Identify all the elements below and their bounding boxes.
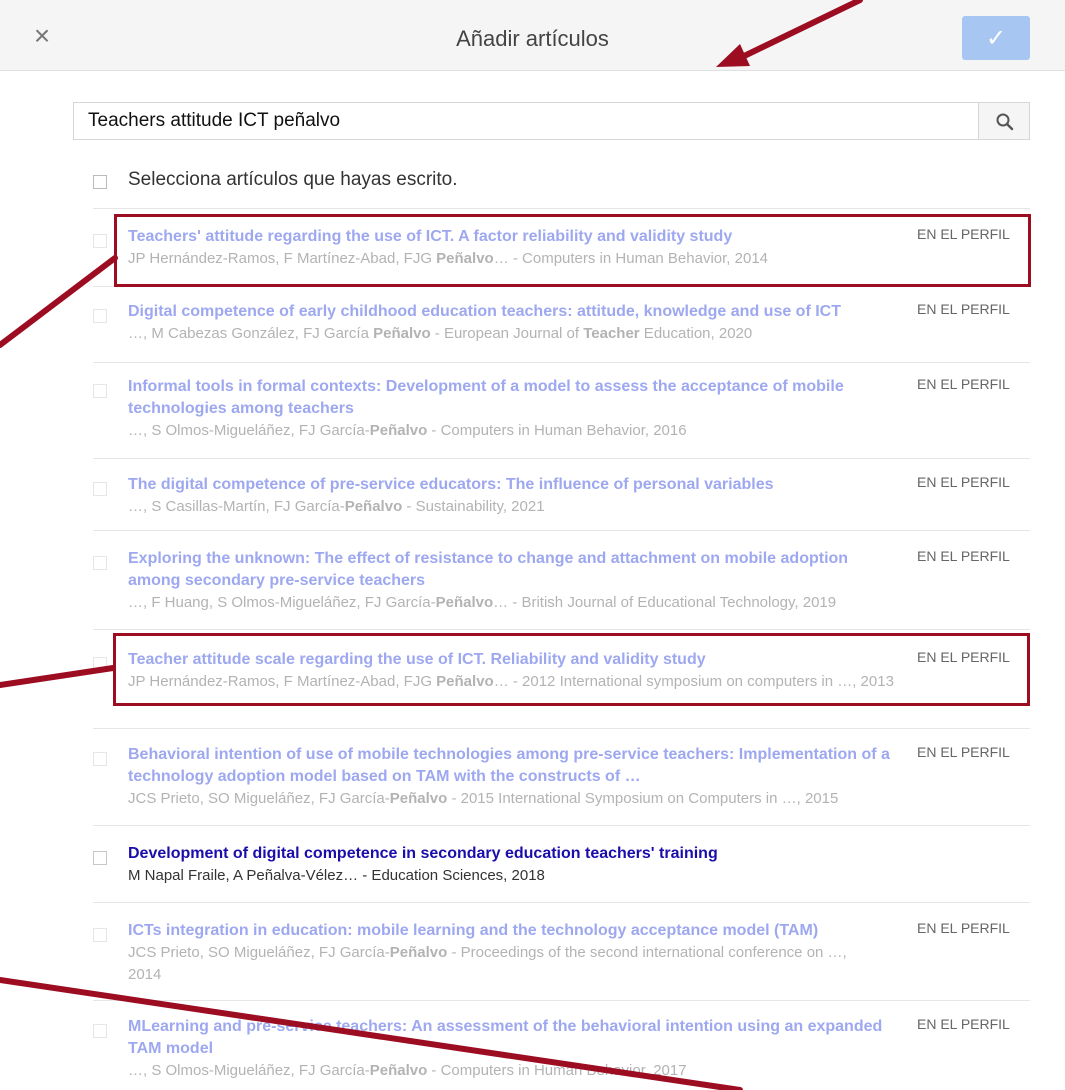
divider xyxy=(93,286,1030,287)
article-meta: …, F Huang, S Olmos-Migueláñez, FJ Garcí… xyxy=(128,594,837,611)
in-profile-badge: EN EL PERFIL xyxy=(917,226,1010,242)
article-checkbox[interactable] xyxy=(93,851,107,865)
select-all-checkbox[interactable] xyxy=(93,175,107,189)
article-meta: JP Hernández-Ramos, F Martínez-Abad, FJG… xyxy=(128,250,769,267)
article-title[interactable]: Digital competence of early childhood ed… xyxy=(128,301,898,323)
divider xyxy=(93,530,1030,531)
article-checkbox[interactable] xyxy=(93,657,107,671)
article-checkbox[interactable] xyxy=(93,556,107,570)
in-profile-badge: EN EL PERFIL xyxy=(917,744,1010,760)
article-checkbox[interactable] xyxy=(93,309,107,323)
divider xyxy=(93,728,1030,729)
annotation-arrow xyxy=(0,255,118,348)
search-bar xyxy=(73,102,1030,142)
divider xyxy=(93,362,1030,363)
article-meta: …, S Casillas-Martín, FJ García-Peñalvo … xyxy=(128,498,545,515)
in-profile-badge: EN EL PERFIL xyxy=(917,920,1010,936)
in-profile-badge: EN EL PERFIL xyxy=(917,474,1010,490)
dialog-header: × Añadir artículos ✓ xyxy=(0,0,1065,71)
article-meta: …, M Cabezas González, FJ García Peñalvo… xyxy=(128,325,753,342)
article-meta: JCS Prieto, SO Migueláñez, FJ García-Peñ… xyxy=(128,944,847,983)
article-checkbox[interactable] xyxy=(93,928,107,942)
article-checkbox[interactable] xyxy=(93,384,107,398)
article-title[interactable]: Behavioral intention of use of mobile te… xyxy=(128,744,898,788)
in-profile-badge: EN EL PERFIL xyxy=(917,1016,1010,1032)
article-meta: …, S Olmos-Migueláñez, FJ García-Peñalvo… xyxy=(128,422,687,439)
in-profile-badge: EN EL PERFIL xyxy=(917,548,1010,564)
search-button[interactable] xyxy=(978,102,1030,140)
search-input[interactable] xyxy=(73,102,978,140)
divider xyxy=(93,629,1030,630)
search-icon xyxy=(996,113,1014,131)
dialog-title: Añadir artículos xyxy=(456,26,609,51)
select-all-label: Selecciona artículos que hayas escrito. xyxy=(128,169,458,190)
article-checkbox[interactable] xyxy=(93,482,107,496)
in-profile-badge: EN EL PERFIL xyxy=(917,649,1010,665)
divider xyxy=(93,208,1030,209)
article-checkbox[interactable] xyxy=(93,1024,107,1038)
article-title[interactable]: Teachers' attitude regarding the use of … xyxy=(128,226,898,248)
divider xyxy=(93,825,1030,826)
select-all-row: Selecciona artículos que hayas escrito. xyxy=(93,167,1023,195)
article-title[interactable]: Exploring the unknown: The effect of res… xyxy=(128,548,898,592)
article-checkbox[interactable] xyxy=(93,234,107,248)
article-meta: JCS Prieto, SO Migueláñez, FJ García-Peñ… xyxy=(128,790,839,807)
check-icon: ✓ xyxy=(985,25,1007,52)
article-title[interactable]: The digital competence of pre-service ed… xyxy=(128,474,898,496)
article-meta: …, S Olmos-Migueláñez, FJ García-Peñalvo… xyxy=(128,1062,687,1079)
article-title[interactable]: MLearning and pre-service teachers: An a… xyxy=(128,1016,898,1060)
confirm-button[interactable]: ✓ xyxy=(962,16,1030,60)
article-title[interactable]: ICTs integration in education: mobile le… xyxy=(128,920,898,942)
article-title[interactable]: Development of digital competence in sec… xyxy=(128,843,898,865)
divider xyxy=(93,458,1030,459)
in-profile-badge: EN EL PERFIL xyxy=(917,376,1010,392)
article-meta: JP Hernández-Ramos, F Martínez-Abad, FJG… xyxy=(128,673,894,690)
article-title[interactable]: Teacher attitude scale regarding the use… xyxy=(128,649,898,671)
in-profile-badge: EN EL PERFIL xyxy=(917,301,1010,317)
article-title[interactable]: Informal tools in formal contexts: Devel… xyxy=(128,376,898,420)
divider xyxy=(93,902,1030,903)
article-checkbox[interactable] xyxy=(93,752,107,766)
article-meta: M Napal Fraile, A Peñalva-Vélez… - Educa… xyxy=(128,867,545,884)
divider xyxy=(93,1000,1030,1001)
